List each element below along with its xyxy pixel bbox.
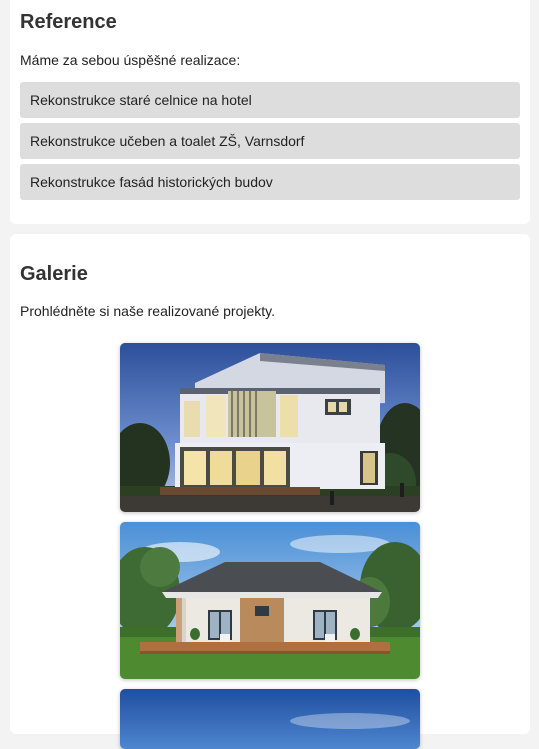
reference-title: Reference — [20, 11, 117, 33]
reference-intro: Máme za sebou úspěšné realizace: — [20, 52, 241, 68]
gallery-title: Galerie — [20, 263, 88, 285]
gallery-section: Galerie Prohlédněte si naše realizované … — [10, 234, 530, 749]
modern-house-picture — [120, 343, 420, 512]
gallery-intro: Prohlédněte si naše realizované projekty… — [20, 303, 276, 319]
gallery-image-third[interactable] — [120, 689, 420, 749]
reference-list: Rekonstrukce staré celnice na hotel Reko… — [20, 82, 520, 205]
reference-section: Reference Máme za sebou úspěšné realizac… — [10, 0, 530, 224]
reference-item[interactable]: Rekonstrukce staré celnice na hotel — [20, 82, 520, 118]
sky-picture — [120, 689, 420, 749]
gallery-image-bungalow[interactable] — [120, 522, 420, 679]
gallery-image-modern-house[interactable] — [120, 343, 420, 512]
bungalow-picture — [120, 522, 420, 679]
reference-item[interactable]: Rekonstrukce učeben a toalet ZŠ, Varnsdo… — [20, 123, 520, 159]
reference-item[interactable]: Rekonstrukce fasád historických budov — [20, 164, 520, 200]
